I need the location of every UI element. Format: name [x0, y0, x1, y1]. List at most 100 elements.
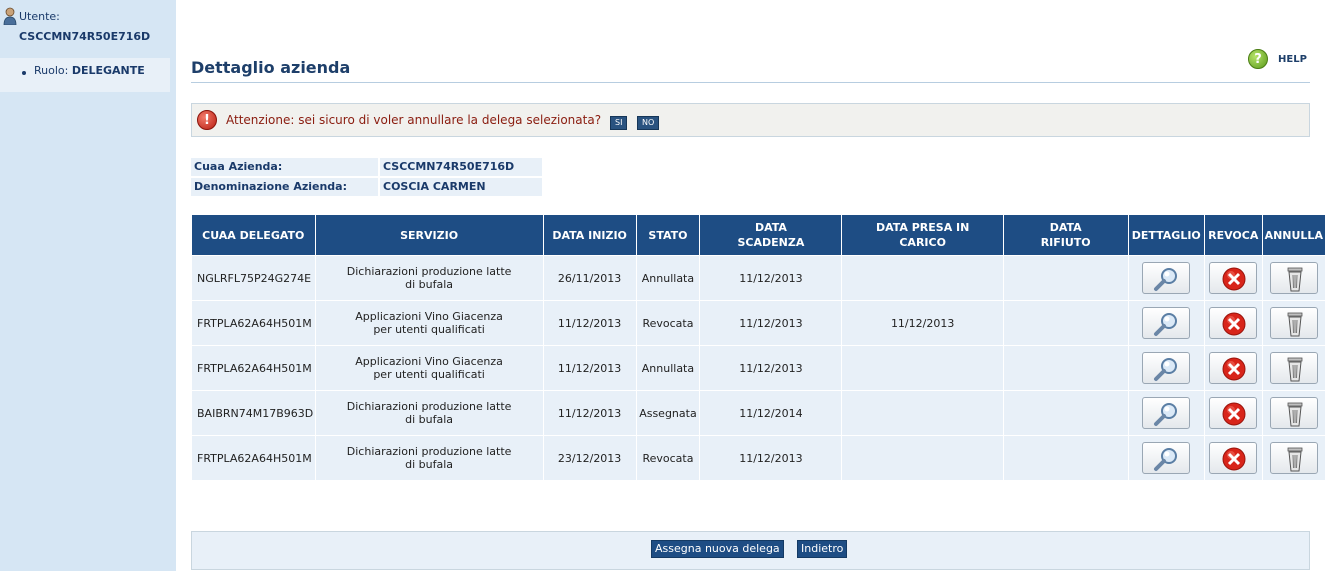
revoke-button[interactable]	[1209, 262, 1258, 294]
cuaa-cell: NGLRFL75P24G274E	[192, 256, 315, 300]
servizio-cell: Dichiarazioni produzione latte di bufala	[315, 256, 543, 300]
col-data-inizio: DATA INIZIO	[543, 215, 636, 255]
table-header-row: CUAA DELEGATO SERVIZIO DATA INIZIO STATO…	[192, 215, 1325, 255]
data-presa-cell	[842, 346, 1003, 390]
servizio-cell: Applicazioni Vino Giacenza per utenti qu…	[315, 346, 543, 390]
name-label: Denominazione Azienda:	[191, 178, 378, 196]
data-scadenza-cell: 11/12/2013	[700, 256, 842, 300]
data-scadenza-cell: 11/12/2013	[700, 346, 842, 390]
revoke-cell	[1205, 391, 1262, 435]
cuaa-cell: FRTPLA62A64H501M	[192, 436, 315, 480]
col-annulla: ANNULLA	[1262, 215, 1325, 255]
trash-icon	[1287, 267, 1303, 292]
col-dettaglio: DETTAGLIO	[1128, 215, 1204, 255]
red-x-icon	[1222, 402, 1246, 426]
detail-cell	[1128, 301, 1204, 345]
data-scadenza-cell: 11/12/2013	[700, 436, 842, 480]
col-data-scadenza: DATA SCADENZA	[700, 215, 842, 255]
stato-cell: Annullata	[636, 346, 700, 390]
servizio-cell: Dichiarazioni produzione latte di bufala	[315, 391, 543, 435]
detail-button[interactable]	[1142, 352, 1191, 384]
revoke-button[interactable]	[1209, 397, 1258, 429]
table-row: FRTPLA62A64H501M Applicazioni Vino Giacen…	[192, 301, 1325, 345]
magnifier-icon	[1154, 403, 1178, 426]
trash-icon	[1287, 357, 1303, 382]
user-icon	[3, 7, 17, 25]
cancel-cell	[1262, 436, 1325, 480]
detail-cell	[1128, 346, 1204, 390]
role-item: Ruolo: DELEGANTE	[0, 58, 170, 92]
warning-text: Attenzione: sei sicuro di voler annullar…	[226, 113, 602, 127]
back-button[interactable]: Indietro	[797, 540, 848, 558]
data-inizio-cell: 11/12/2013	[543, 391, 636, 435]
data-rifiuto-cell	[1003, 391, 1128, 435]
role-value: DELEGANTE	[71, 64, 145, 77]
role-label: Ruolo:	[34, 64, 69, 77]
cancel-button[interactable]	[1269, 397, 1318, 429]
detail-button[interactable]	[1142, 262, 1191, 294]
help-link[interactable]: ? HELP	[1248, 49, 1307, 69]
no-button[interactable]: NO	[637, 116, 660, 130]
data-rifiuto-cell	[1003, 436, 1128, 480]
table-row: BAIBRN74M17B963D Dichiarazioni produzione…	[192, 391, 1325, 435]
cuaa-cell: FRTPLA62A64H501M	[192, 346, 315, 390]
detail-cell	[1128, 391, 1204, 435]
detail-button[interactable]	[1142, 307, 1191, 339]
title-divider	[191, 82, 1310, 83]
detail-cell	[1128, 436, 1204, 480]
cancel-cell	[1262, 391, 1325, 435]
col-servizio: SERVIZIO	[315, 215, 543, 255]
red-x-icon	[1222, 357, 1246, 381]
servizio-cell: Applicazioni Vino Giacenza per utenti qu…	[315, 301, 543, 345]
col-revoca: REVOCA	[1205, 215, 1262, 255]
col-data-rifiuto: DATA RIFIUTO	[1003, 215, 1128, 255]
revoke-cell	[1205, 346, 1262, 390]
cancel-button[interactable]	[1269, 442, 1318, 474]
data-inizio-cell: 26/11/2013	[543, 256, 636, 300]
col-data-presa: DATA PRESA IN CARICO	[842, 215, 1003, 255]
revoke-button[interactable]	[1209, 442, 1258, 474]
detail-button[interactable]	[1142, 442, 1191, 474]
page-title: Dettaglio azienda	[191, 58, 351, 77]
revoke-cell	[1205, 436, 1262, 480]
table-row: FRTPLA62A64H501M Applicazioni Vino Giacen…	[192, 346, 1325, 390]
data-presa-cell: 11/12/2013	[842, 301, 1003, 345]
stato-cell: Assegnata	[636, 391, 700, 435]
table-row: FRTPLA62A64H501M Dichiarazioni produzione…	[192, 436, 1325, 480]
col-cuaa-delegato: CUAA DELEGATO	[192, 215, 315, 255]
cuaa-label: Cuaa Azienda:	[191, 158, 378, 176]
assign-delegation-button[interactable]: Assegna nuova delega	[651, 540, 784, 558]
cancel-button[interactable]	[1269, 262, 1318, 294]
magnifier-icon	[1154, 448, 1178, 471]
cancel-button[interactable]	[1269, 352, 1318, 384]
stato-cell: Annullata	[636, 256, 700, 300]
cuaa-row: Cuaa Azienda: CSCCMN74R50E716D	[191, 158, 542, 176]
revoke-button[interactable]	[1209, 307, 1258, 339]
red-x-icon	[1222, 312, 1246, 336]
servizio-cell: Dichiarazioni produzione latte di bufala	[315, 436, 543, 480]
data-scadenza-cell: 11/12/2014	[700, 391, 842, 435]
detail-button[interactable]	[1142, 397, 1191, 429]
magnifier-icon	[1154, 268, 1178, 291]
warning-message-box: ! Attenzione: sei sicuro di voler annull…	[191, 103, 1310, 137]
delegations-table: CUAA DELEGATO SERVIZIO DATA INIZIO STATO…	[191, 214, 1326, 481]
user-code: CSCCMN74R50E716D	[19, 30, 151, 43]
bullet-icon	[22, 71, 26, 75]
cuaa-cell: FRTPLA62A64H501M	[192, 301, 315, 345]
trash-icon	[1287, 312, 1303, 337]
cuaa-value: CSCCMN74R50E716D	[380, 158, 542, 176]
role-text: Ruolo: DELEGANTE	[34, 64, 145, 77]
stato-cell: Revocata	[636, 301, 700, 345]
yes-button[interactable]: SI	[610, 116, 628, 130]
action-bar: Assegna nuova delega Indietro	[191, 531, 1310, 570]
revoke-button[interactable]	[1209, 352, 1258, 384]
cancel-cell	[1262, 256, 1325, 300]
exclamation-icon: !	[197, 110, 217, 130]
detail-cell	[1128, 256, 1204, 300]
question-icon[interactable]: ?	[1248, 49, 1268, 69]
help-label[interactable]: HELP	[1278, 54, 1307, 65]
data-presa-cell	[842, 436, 1003, 480]
cancel-button[interactable]	[1269, 307, 1318, 339]
table-row: NGLRFL75P24G274E Dichiarazioni produzione…	[192, 256, 1325, 300]
user-label: Utente:	[19, 10, 60, 23]
